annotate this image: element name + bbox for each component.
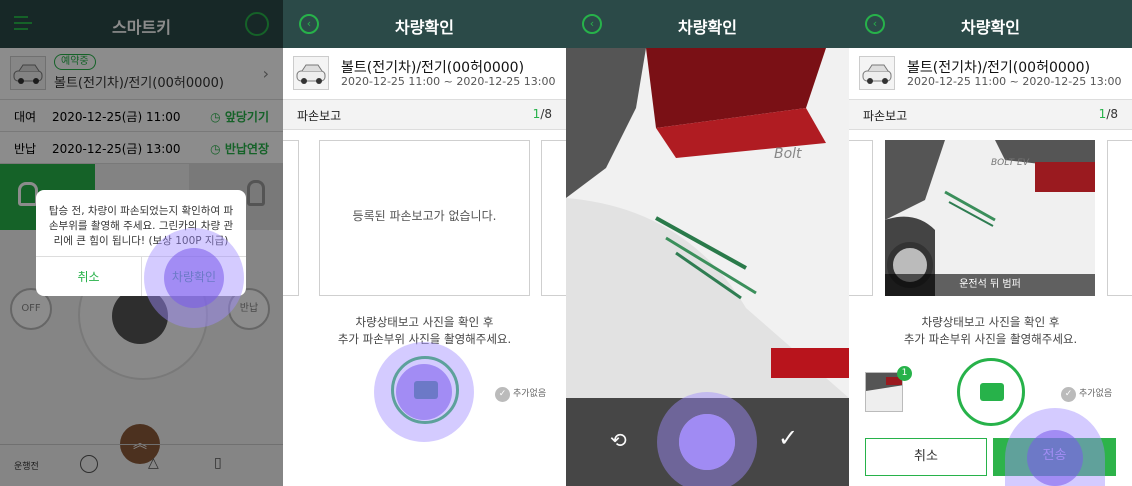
camera-icon: [980, 383, 1004, 401]
svg-text:Bolt: Bolt: [774, 146, 802, 162]
car-thumbnail: [293, 56, 329, 90]
page-title: 차량확인: [678, 18, 737, 37]
car-info-bar: 볼트(전기차)/전기(00허0000) 2020-12-25 11:00 ~ 2…: [283, 48, 566, 100]
confirm-check-icon[interactable]: ✓: [778, 424, 798, 452]
camera-viewfinder: Bolt: [566, 48, 849, 398]
no-addition-checkbox[interactable]: ✓ 추가없음: [495, 386, 546, 402]
prev-card[interactable]: [849, 140, 873, 296]
vehicle-check-screen-photo: ‹ 차량확인 볼트(전기차)/전기(00허0000) 2020-12-25 11…: [849, 0, 1132, 486]
damage-photo: BOLT EV: [885, 140, 1095, 296]
car-name: 볼트(전기차)/전기(00허0000): [907, 60, 1091, 76]
photo-caption: 운전석 뒤 범퍼: [885, 274, 1095, 296]
hint-line-1: 차량상태보고 사진을 확인 후: [921, 315, 1060, 329]
empty-report-card: 등록된 파손보고가 없습니다.: [319, 140, 530, 296]
page-title: 차량확인: [395, 18, 454, 37]
photo-caption-text: 운전석 뒤 범퍼: [959, 279, 1021, 290]
damage-report-header: 파손보고 1/8: [849, 100, 1132, 130]
camera-button[interactable]: [957, 358, 1025, 426]
check-icon: ✓: [1061, 387, 1076, 402]
header: ‹ 차량확인: [849, 0, 1132, 48]
vehicle-check-screen-empty: ‹ 차량확인 볼트(전기차)/전기(00허0000) 2020-12-25 11…: [283, 0, 566, 486]
touch-indicator: [1005, 408, 1105, 486]
touch-indicator: [657, 392, 757, 486]
section-title: 파손보고: [297, 109, 342, 123]
rental-period: 2020-12-25 11:00 ~ 2020-12-25 13:00: [341, 75, 556, 88]
hint-line-2: 추가 파손부위 사진을 촬영해주세요.: [903, 332, 1078, 346]
cancel-button[interactable]: 취소: [36, 257, 141, 296]
no-addition-checkbox[interactable]: ✓ 추가없음: [1061, 386, 1112, 402]
photo-thumbnail[interactable]: [865, 372, 903, 412]
cancel-button[interactable]: 취소: [865, 438, 987, 476]
rental-period: 2020-12-25 11:00 ~ 2020-12-25 13:00: [907, 75, 1122, 88]
smartkey-screen: 스마트키 예약중 볼트(전기차)/전기(00허0000) › 대여 2020-1…: [0, 0, 283, 486]
no-addition-label: 추가없음: [1079, 389, 1113, 399]
header: ‹ 차량확인: [566, 0, 849, 48]
prev-card[interactable]: [283, 140, 299, 296]
car-name: 볼트(전기차)/전기(00허0000): [341, 60, 525, 76]
car-thumbnail: [859, 56, 895, 90]
hint-line-1: 차량상태보고 사진을 확인 후: [355, 315, 494, 329]
svg-text:BOLT EV: BOLT EV: [991, 158, 1030, 168]
page-title: 차량확인: [961, 18, 1020, 37]
camera-capture-screen: ‹ 차량확인 Bolt ⟲ ✓: [566, 0, 849, 486]
header: ‹ 차량확인: [283, 0, 566, 48]
rotate-icon[interactable]: ⟲: [610, 428, 627, 452]
damage-photo-card[interactable]: BOLT EV 운전석 뒤 범퍼: [885, 140, 1095, 296]
page-counter: 1/8: [532, 107, 552, 121]
damage-report-header: 파손보고 1/8: [283, 100, 566, 130]
page-counter: 1/8: [1098, 107, 1118, 121]
car-info-bar: 볼트(전기차)/전기(00허0000) 2020-12-25 11:00 ~ 2…: [849, 48, 1132, 100]
empty-message: 등록된 파손보고가 없습니다.: [352, 209, 497, 223]
check-icon: ✓: [495, 387, 510, 402]
next-card[interactable]: [541, 140, 566, 296]
thumbnail-count-badge: 1: [897, 366, 912, 381]
screenshot-strip: 스마트키 예약중 볼트(전기차)/전기(00허0000) › 대여 2020-1…: [0, 0, 1132, 486]
next-card[interactable]: [1107, 140, 1132, 296]
section-title: 파손보고: [863, 109, 908, 123]
touch-indicator: [144, 228, 244, 328]
no-addition-label: 추가없음: [513, 389, 547, 399]
touch-indicator: [374, 342, 474, 442]
